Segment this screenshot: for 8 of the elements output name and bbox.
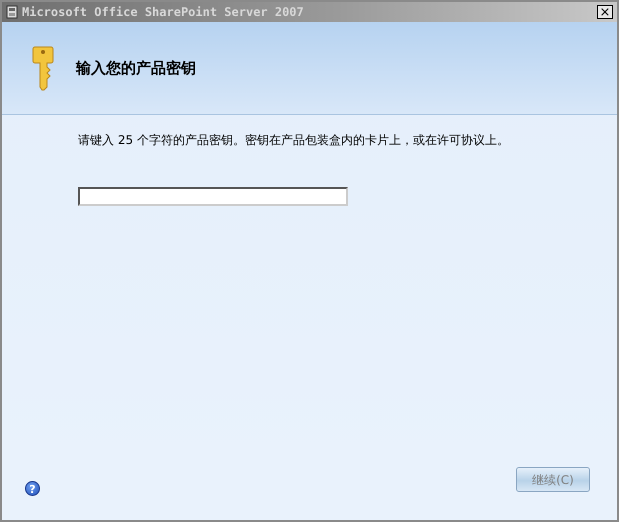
window-title: Microsoft Office SharePoint Server 2007 — [22, 4, 304, 21]
help-icon[interactable]: ? — [25, 481, 40, 496]
page-heading: 输入您的产品密钥 — [76, 58, 196, 79]
close-button[interactable]: × — [597, 5, 613, 19]
instruction-text: 请键入 25 个字符的产品密钥。密钥在产品包装盒内的卡片上，或在许可协议上。 — [78, 132, 510, 149]
product-key-field[interactable] — [78, 187, 348, 206]
app-icon — [6, 5, 18, 19]
key-icon — [32, 45, 54, 91]
